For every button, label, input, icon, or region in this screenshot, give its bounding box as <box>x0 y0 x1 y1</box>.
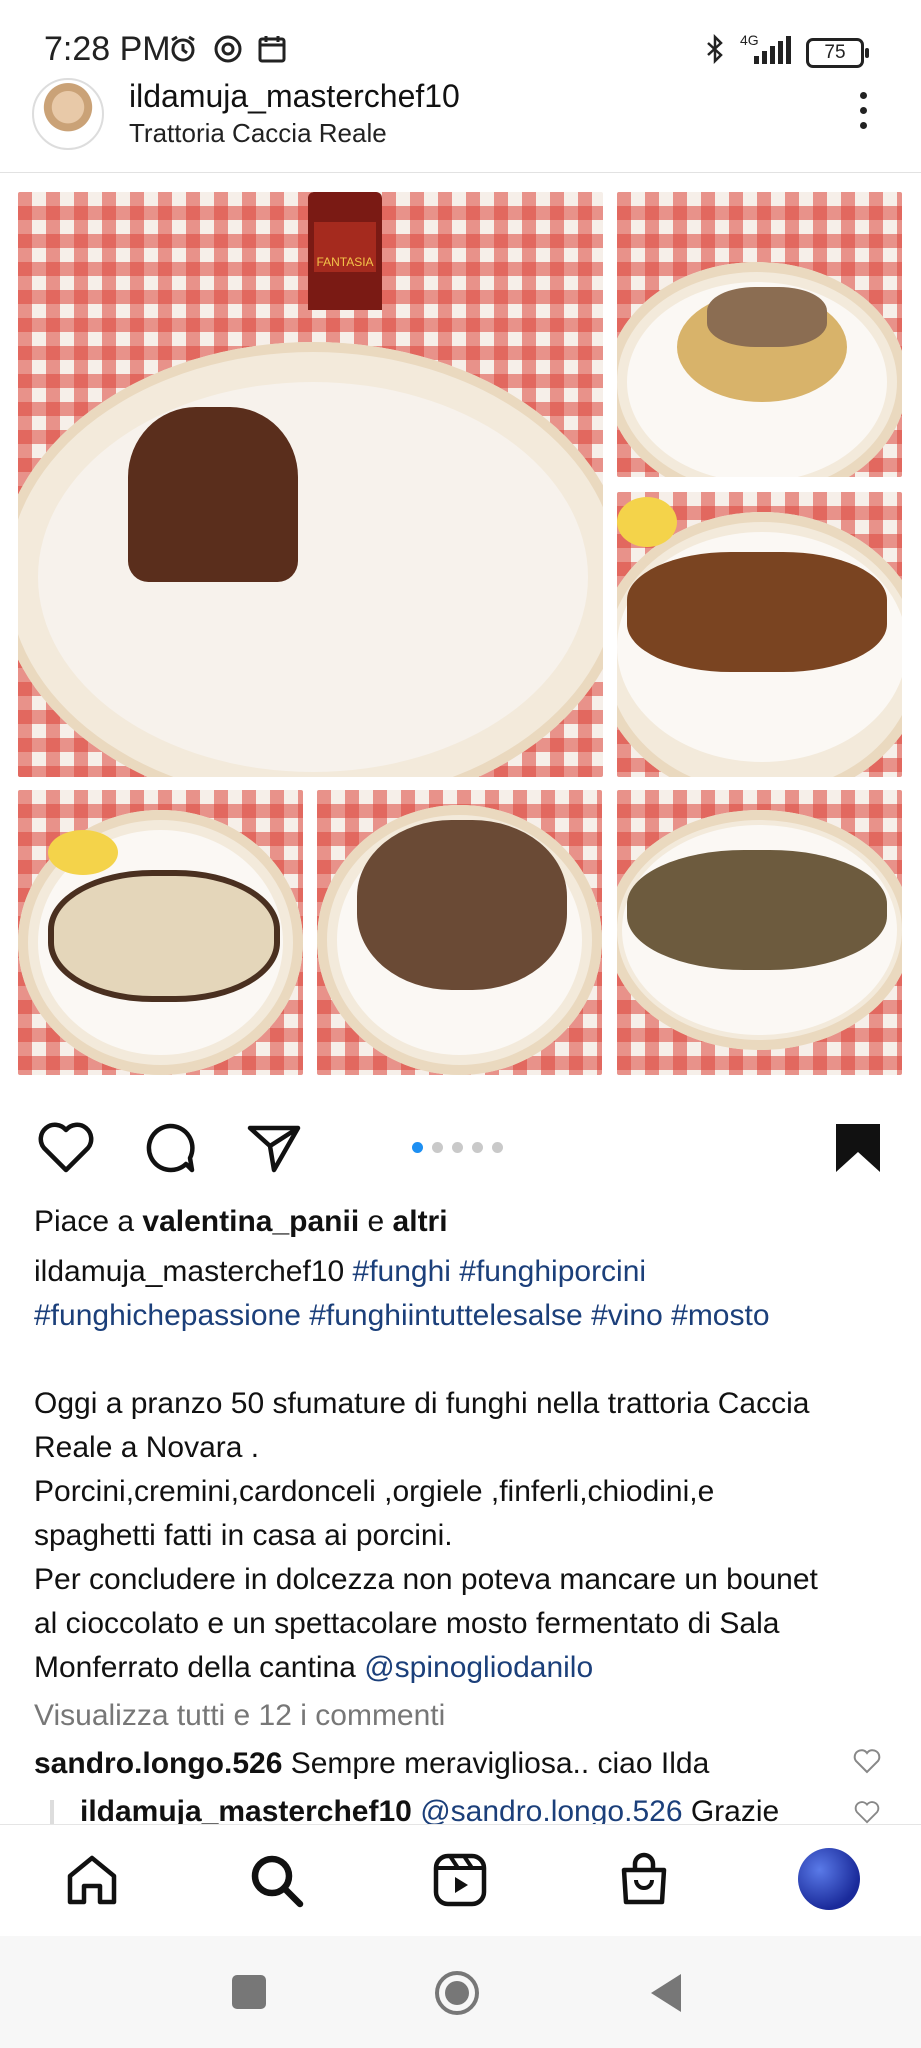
reply-text: Grazie <box>690 1795 780 1824</box>
reply-like-icon[interactable] <box>853 1800 881 1824</box>
caption-line: spaghetti fatti in casa ai porcini. <box>34 1519 453 1552</box>
caption-line: Porcini,cremini,cardonceli ,orgiele ,fin… <box>34 1475 715 1508</box>
like-icon[interactable] <box>36 1118 96 1178</box>
more-options-icon[interactable] <box>858 92 868 136</box>
caption-mention[interactable]: @spinogliodanilo <box>364 1651 593 1684</box>
wine-bottle: FANTASIA <box>308 192 382 310</box>
recent-apps-icon[interactable] <box>232 1975 266 2009</box>
search-icon[interactable] <box>246 1850 306 1910</box>
sliced-porcini <box>48 870 280 1002</box>
lemon <box>617 497 677 547</box>
wine-label: FANTASIA <box>314 222 376 272</box>
caption-username[interactable]: ildamuja_masterchef10 <box>34 1255 344 1288</box>
photo-dessert[interactable]: FANTASIA <box>18 192 603 777</box>
calendar-icon <box>258 36 286 63</box>
home-button-icon[interactable] <box>432 1968 482 2018</box>
mixed-mushrooms <box>357 820 567 990</box>
caption-line: Per concludere in dolcezza non poteva ma… <box>34 1563 818 1596</box>
alarm-icon <box>171 35 195 62</box>
reels-icon[interactable] <box>430 1850 490 1910</box>
caption-line: Monferrato della cantina <box>34 1651 356 1684</box>
back-icon[interactable] <box>645 1970 685 2016</box>
comment-username[interactable]: sandro.longo.526 <box>34 1747 282 1780</box>
lemon <box>48 830 118 875</box>
likes-conj: e <box>367 1205 385 1238</box>
view-all-comments[interactable]: Visualizza tutti e 12 i commenti <box>34 1694 445 1738</box>
status-time: 7:28 PM <box>44 30 171 68</box>
home-icon[interactable] <box>62 1850 122 1910</box>
profile-icon[interactable] <box>798 1848 860 1910</box>
reply-thread-line <box>50 1800 54 1824</box>
comment-icon[interactable] <box>140 1118 200 1178</box>
photo-spaghetti[interactable] <box>617 192 902 477</box>
likes-prefix: Piace a <box>34 1205 135 1238</box>
caption-line: Oggi a pranzo 50 sfumature di funghi nel… <box>34 1387 810 1420</box>
chocolate-bounet <box>128 407 298 582</box>
battery-indicator: 75 <box>806 38 869 68</box>
photo-raw-porcini[interactable] <box>18 790 303 1075</box>
likes-line: Piace a valentina_panii e altri <box>34 1200 448 1244</box>
mushrooms <box>707 287 827 347</box>
shop-icon[interactable] <box>614 1850 674 1910</box>
caption-first-line: ildamuja_masterchef10 #funghi #funghipor… <box>34 1250 646 1294</box>
hashtags-line-2[interactable]: #funghichepassione #funghiintuttelesalse… <box>34 1294 770 1338</box>
comment-row: sandro.longo.526 Sempre meravigliosa.. c… <box>34 1742 709 1786</box>
caption-last-line: Monferrato della cantina @spinogliodanil… <box>34 1646 593 1690</box>
share-icon[interactable] <box>244 1118 304 1178</box>
post-username[interactable]: ildamuja_masterchef10 <box>129 78 460 115</box>
comment-like-icon[interactable] <box>853 1748 881 1774</box>
post-location[interactable]: Trattoria Caccia Reale <box>129 118 387 149</box>
photo-sauteed-mushrooms[interactable] <box>317 790 602 1075</box>
caption-line: al cioccolato e un spettacolare mosto fe… <box>34 1607 780 1640</box>
avatar[interactable] <box>32 78 104 150</box>
divider <box>0 172 921 173</box>
carousel-indicator <box>412 1140 512 1153</box>
hashtags[interactable]: #funghi #funghiporcini <box>353 1255 647 1288</box>
reply-row: ildamuja_masterchef10 @sandro.longo.526 … <box>80 1790 779 1824</box>
photo-mushroom-stew[interactable] <box>617 790 902 1075</box>
photo-fried-porcini[interactable] <box>617 492 902 777</box>
stewed-mushrooms <box>627 850 887 970</box>
likes-user[interactable]: valentina_panii <box>142 1205 359 1238</box>
comment-text: Sempre meravigliosa.. ciao Ilda <box>290 1747 710 1780</box>
signal-icon <box>754 36 791 64</box>
reply-mention[interactable]: @sandro.longo.526 <box>420 1795 682 1824</box>
fried-mushrooms <box>627 552 887 672</box>
likes-others[interactable]: altri <box>393 1205 448 1238</box>
reply-username[interactable]: ildamuja_masterchef10 <box>80 1795 412 1824</box>
bluetooth-icon <box>707 34 723 64</box>
caption-line: Reale a Novara . <box>34 1431 260 1464</box>
chrome-icon <box>214 35 242 63</box>
save-icon[interactable] <box>828 1118 888 1178</box>
